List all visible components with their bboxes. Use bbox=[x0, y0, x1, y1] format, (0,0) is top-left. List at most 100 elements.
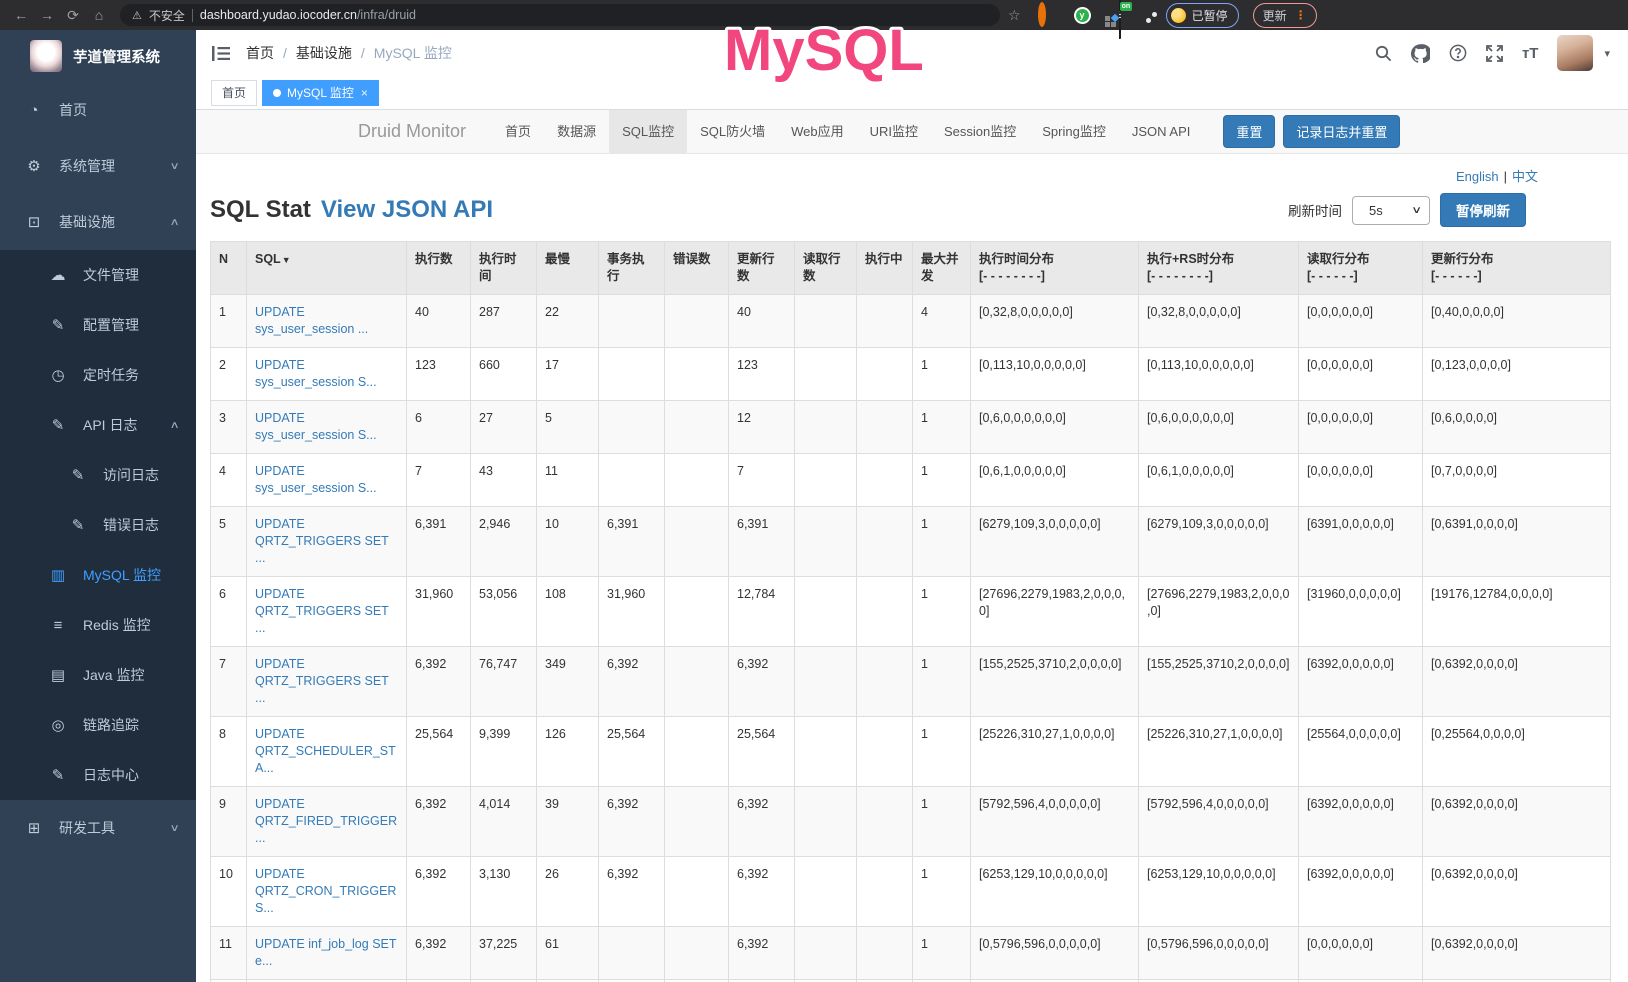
extension-list-icon[interactable]: on bbox=[1119, 0, 1121, 38]
address-bar[interactable]: ⚠ 不安全 dashboard.yudao.iocoder.cn/infra/d… bbox=[120, 4, 1000, 26]
cell-read_rows bbox=[795, 577, 857, 647]
sidebar-item-定时任务[interactable]: ◷定时任务 bbox=[0, 350, 196, 400]
kebab-menu-icon[interactable]: ⋮ bbox=[1295, 8, 1307, 22]
refresh-interval-select[interactable]: 5s ∨ bbox=[1352, 196, 1430, 225]
column-header[interactable]: 更新行分布[- - - - - -] bbox=[1423, 242, 1611, 295]
sql-statement-link[interactable]: UPDATE QRTZ_SCHEDULER_STA... bbox=[255, 727, 396, 775]
sidebar-item-基础设施[interactable]: ⊡基础设施∧ bbox=[0, 194, 196, 250]
cell-update_rows: 6,391 bbox=[729, 507, 795, 577]
view-json-api-link[interactable]: View JSON API bbox=[321, 196, 493, 224]
column-header[interactable]: 执行+RS时分布[- - - - - - - -] bbox=[1139, 242, 1299, 295]
druid-brand[interactable]: Druid Monitor bbox=[358, 121, 466, 142]
search-icon[interactable] bbox=[1375, 45, 1392, 62]
paused-pill[interactable]: 已暂停 bbox=[1166, 3, 1239, 28]
view-tab[interactable]: 首页 bbox=[211, 80, 257, 106]
home-icon[interactable]: ⌂ bbox=[88, 7, 110, 23]
druid-nav-item[interactable]: 首页 bbox=[492, 110, 544, 154]
column-header[interactable]: 执行时间分布[- - - - - - - -] bbox=[971, 242, 1139, 295]
app-logo[interactable]: 芋道管理系统 bbox=[0, 30, 196, 82]
log-and-reset-button[interactable]: 记录日志并重置 bbox=[1283, 115, 1400, 148]
close-icon[interactable]: × bbox=[361, 86, 368, 100]
sidebar-item-错误日志[interactable]: ✎错误日志 bbox=[0, 500, 196, 550]
druid-nav-item[interactable]: JSON API bbox=[1119, 110, 1204, 154]
column-header[interactable]: SQL▼ bbox=[247, 242, 407, 295]
github-icon[interactable] bbox=[1411, 44, 1430, 63]
druid-nav-item[interactable]: Spring监控 bbox=[1029, 110, 1119, 154]
help-icon[interactable] bbox=[1449, 44, 1467, 62]
column-header[interactable]: 执行数 bbox=[407, 242, 471, 295]
sql-statement-link[interactable]: UPDATE QRTZ_TRIGGERS SET ... bbox=[255, 517, 389, 565]
back-icon[interactable]: ← bbox=[10, 7, 32, 23]
druid-nav-item[interactable]: Web应用 bbox=[778, 110, 857, 154]
cell-running bbox=[857, 401, 913, 454]
column-header[interactable]: 执行时间 bbox=[471, 242, 537, 295]
sidebar-item-mysql-监控[interactable]: ▥MySQL 监控 bbox=[0, 550, 196, 600]
table-row: 10UPDATE QRTZ_CRON_TRIGGERS...6,3923,130… bbox=[211, 857, 1611, 927]
column-header[interactable]: 读取行分布[- - - - - -] bbox=[1299, 242, 1423, 295]
sidebar-item-文件管理[interactable]: ☁文件管理 bbox=[0, 250, 196, 300]
sidebar-item-日志中心[interactable]: ✎日志中心 bbox=[0, 750, 196, 800]
druid-nav-item[interactable]: SQL监控 bbox=[609, 110, 687, 154]
bookmark-star-icon[interactable]: ☆ bbox=[1008, 7, 1021, 24]
sql-statement-link[interactable]: UPDATE QRTZ_TRIGGERS SET ... bbox=[255, 587, 389, 635]
view-tab[interactable]: MySQL 监控× bbox=[262, 80, 379, 106]
collapse-sidebar-icon[interactable] bbox=[196, 46, 246, 61]
avatar[interactable] bbox=[1557, 35, 1593, 71]
sql-statement-link[interactable]: UPDATE sys_user_session S... bbox=[255, 464, 377, 495]
cell-read_rows_dist: [0,0,0,0,0,0] bbox=[1299, 348, 1423, 401]
column-header[interactable]: 最大并发 bbox=[913, 242, 971, 295]
column-header[interactable]: 错误数 bbox=[665, 242, 729, 295]
sidebar-item-首页[interactable]: ◔首页 bbox=[0, 82, 196, 138]
extension-green-icon[interactable]: y bbox=[1074, 7, 1091, 24]
sidebar-item-配置管理[interactable]: ✎配置管理 bbox=[0, 300, 196, 350]
font-size-icon[interactable]: тT bbox=[1522, 45, 1539, 62]
column-header[interactable]: 执行中 bbox=[857, 242, 913, 295]
sidebar-item-研发工具[interactable]: ⊞研发工具∨ bbox=[0, 800, 196, 856]
chevron-down-icon[interactable]: ▾ bbox=[1604, 47, 1610, 60]
column-header[interactable]: 事务执行 bbox=[599, 242, 665, 295]
table-row: 3UPDATE sys_user_session S...6275121[0,6… bbox=[211, 401, 1611, 454]
sidebar-item-系统管理[interactable]: ⚙系统管理∨ bbox=[0, 138, 196, 194]
sql-statement-link[interactable]: UPDATE sys_user_session S... bbox=[255, 411, 377, 442]
table-row: 11UPDATE inf_job_log SET e...6,39237,225… bbox=[211, 927, 1611, 980]
reset-button[interactable]: 重置 bbox=[1223, 115, 1275, 148]
column-header[interactable]: 读取行数 bbox=[795, 242, 857, 295]
breadcrumb-item[interactable]: 首页 bbox=[246, 43, 274, 63]
lang-link-english[interactable]: English bbox=[1456, 169, 1499, 184]
sql-statement-link[interactable]: UPDATE sys_user_session ... bbox=[255, 305, 368, 336]
cell-sql: UPDATE QRTZ_FIRED_TRIGGER... bbox=[247, 787, 407, 857]
sql-statement-link[interactable]: UPDATE QRTZ_CRON_TRIGGERS... bbox=[255, 867, 396, 915]
sidebar-item-访问日志[interactable]: ✎访问日志 bbox=[0, 450, 196, 500]
sql-statement-link[interactable]: UPDATE QRTZ_TRIGGERS SET ... bbox=[255, 657, 389, 705]
browser-update-button[interactable]: 更新 ⋮ bbox=[1253, 3, 1317, 28]
fullscreen-icon[interactable] bbox=[1486, 45, 1503, 62]
sidebar-item-redis-监控[interactable]: ≡Redis 监控 bbox=[0, 600, 196, 650]
pause-refresh-button[interactable]: 暂停刷新 bbox=[1440, 193, 1526, 227]
column-header[interactable]: 最慢 bbox=[537, 242, 599, 295]
sql-statement-link[interactable]: UPDATE inf_job_log SET e... bbox=[255, 937, 396, 968]
druid-nav-item[interactable]: SQL防火墙 bbox=[687, 110, 778, 154]
sidebar-item-java-监控[interactable]: ▤Java 监控 bbox=[0, 650, 196, 700]
column-header[interactable]: 更新行数 bbox=[729, 242, 795, 295]
druid-nav-item[interactable]: URI监控 bbox=[857, 110, 931, 154]
cell-err_count bbox=[665, 348, 729, 401]
sql-statement-link[interactable]: UPDATE QRTZ_FIRED_TRIGGER... bbox=[255, 797, 397, 845]
forward-icon[interactable]: → bbox=[36, 7, 58, 23]
sidebar-item-api-日志[interactable]: ✎API 日志∧ bbox=[0, 400, 196, 450]
druid-nav-item[interactable]: 数据源 bbox=[544, 110, 609, 154]
lang-link-chinese[interactable]: 中文 bbox=[1512, 169, 1538, 184]
cell-exec_time: 4,014 bbox=[471, 787, 537, 857]
cell-exec_count: 6,392 bbox=[407, 927, 471, 980]
breadcrumb-item[interactable]: 基础设施 bbox=[296, 43, 352, 63]
reload-icon[interactable]: ⟳ bbox=[62, 7, 84, 24]
sql-statement-link[interactable]: UPDATE sys_user_session S... bbox=[255, 358, 377, 389]
druid-nav-item[interactable]: Session监控 bbox=[931, 110, 1029, 154]
table-row: 1UPDATE sys_user_session ...4028722404[0… bbox=[211, 295, 1611, 348]
cell-exec_rs_dist: [0,32,8,0,0,0,0,0] bbox=[1139, 295, 1299, 348]
column-header[interactable]: N bbox=[211, 242, 247, 295]
extension-donut-icon[interactable] bbox=[1038, 6, 1046, 24]
cell-exec_time_dist: [5792,596,4,0,0,0,0,0] bbox=[971, 787, 1139, 857]
cell-exec_time_dist: [27696,2279,1983,2,0,0,0,0] bbox=[971, 577, 1139, 647]
refresh-interval-value: 5s bbox=[1369, 203, 1383, 218]
sidebar-item-链路追踪[interactable]: ◎链路追踪 bbox=[0, 700, 196, 750]
